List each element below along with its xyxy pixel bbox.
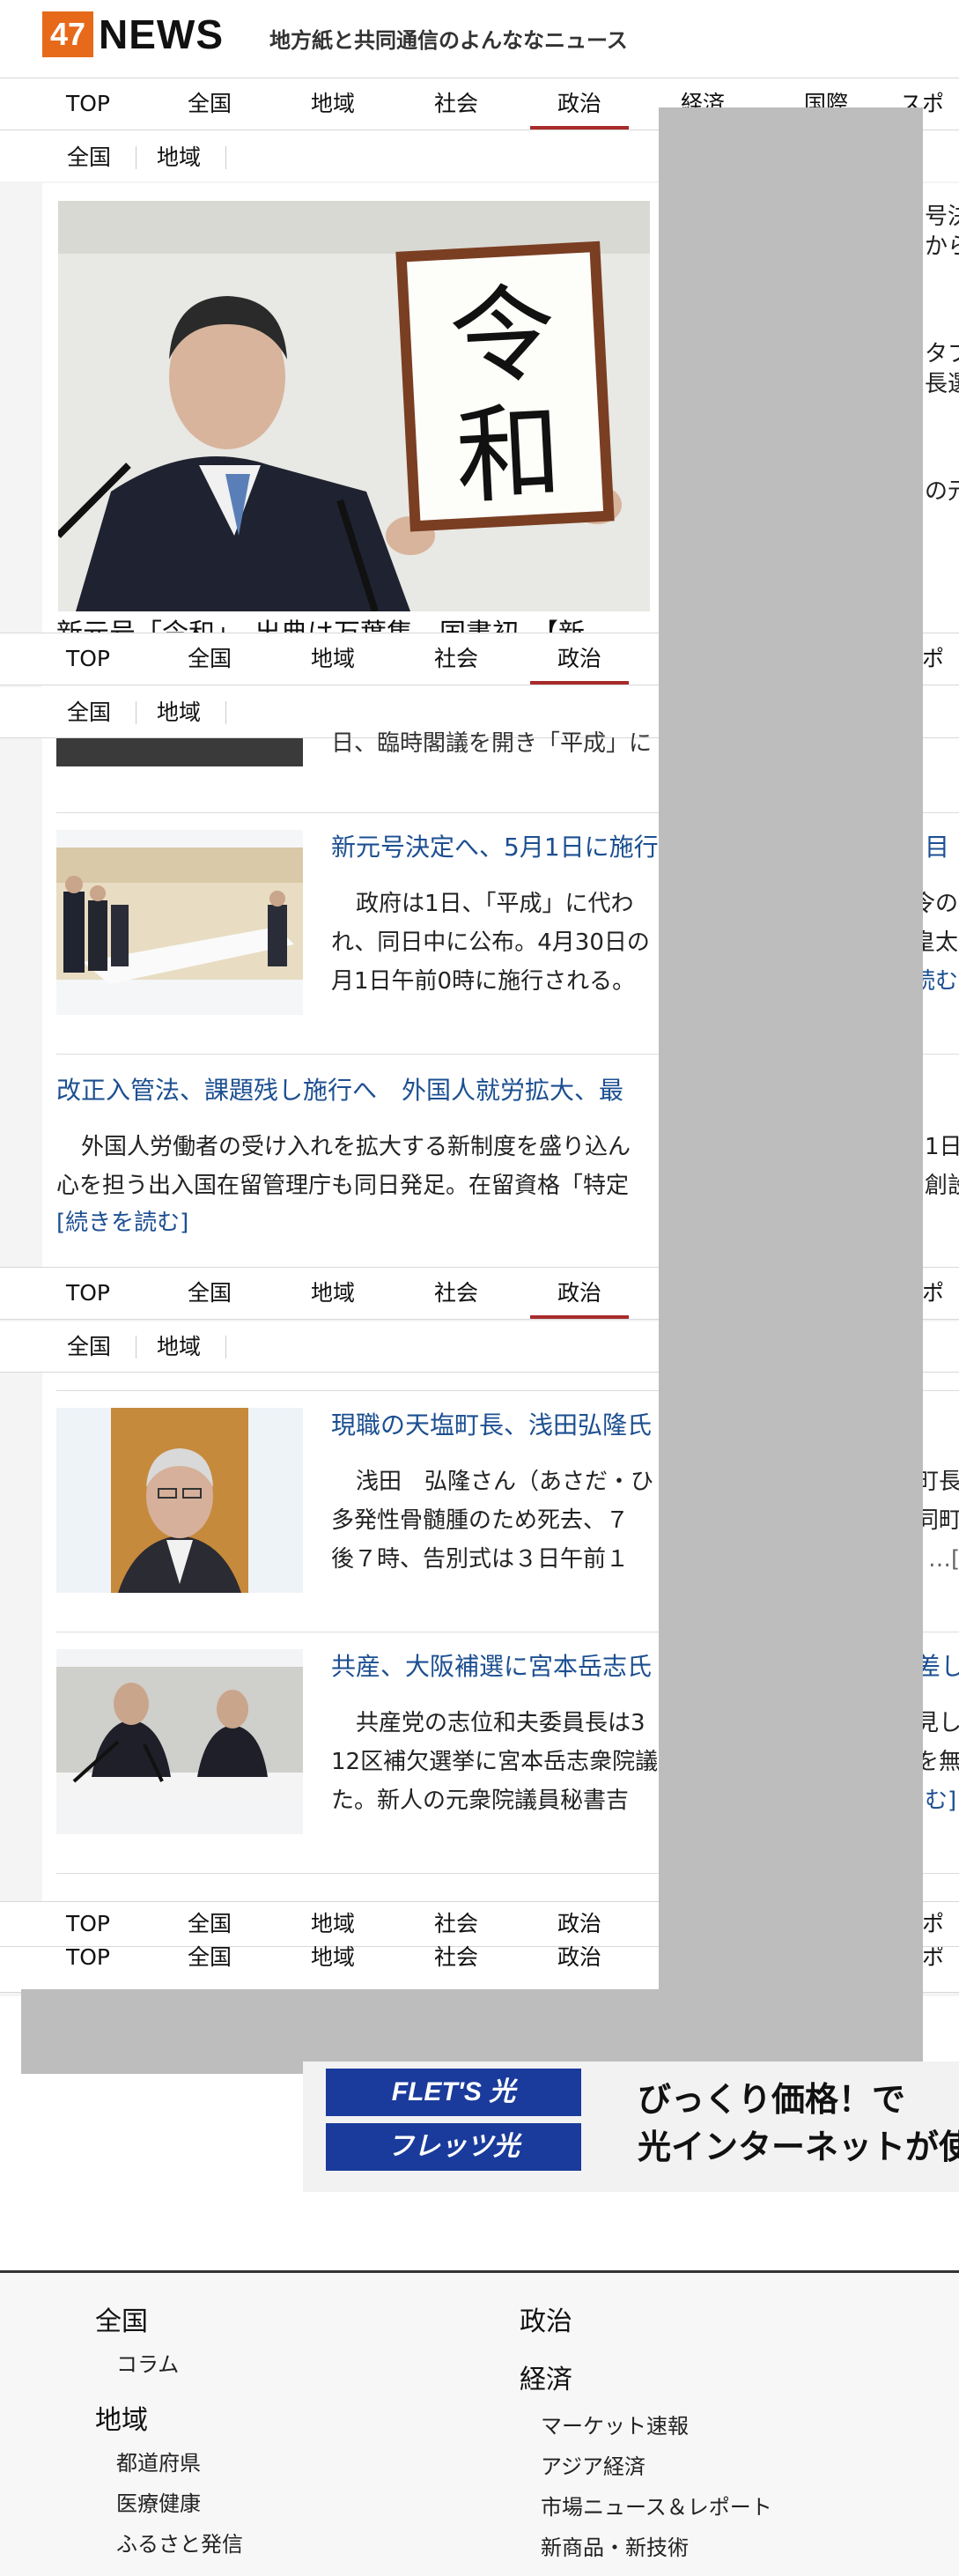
flets-ad-banner[interactable]: FLET'S 光 フレッツ光 びっくり価格！で 光インターネットが使 [303,2062,959,2192]
site-footer: 全国 コラム 地域 都道府県 医療健康 ふるさと発信 政治 経済 マーケット速報… [0,2270,959,2576]
right-fragment: 創設 [925,1173,959,1199]
nav-zenkoku[interactable]: 全国 [160,633,259,685]
logo-word: NEWS [99,11,224,57]
article-body-line: 多発性骨髄腫のため死去、７ [331,1507,630,1534]
article-body-line: 月1日午前0時に施行される。 [331,968,636,995]
nav-zenkoku[interactable]: 全国 [160,78,259,130]
footer-link-market[interactable]: マーケット速報 [541,2409,689,2439]
nav-seiji[interactable]: 政治 [530,1268,629,1319]
footer-link-zenkoku[interactable]: 全国 [95,2299,148,2338]
nav-top[interactable]: TOP [39,1268,137,1319]
article-headline[interactable]: 現職の天塩町長、浅田弘隆氏 [331,1406,652,1441]
article-thumbnail[interactable] [56,738,303,766]
article-headline[interactable]: 共産、大阪補選に宮本岳志氏 [331,1647,652,1683]
logo-number: 47 [42,11,93,57]
article-body-line: 浅田 弘隆さん（あさだ・ひ [356,1469,654,1495]
article-body-line: 後７時、告別式は３日午前１ [331,1546,630,1573]
article-body-line: 心を担う出入国在留管理庁も同日発足。在留資格「特定 [56,1173,630,1199]
article-body-line: 政府は1日、「平成」に代わ [356,891,634,917]
hero-photo-illustration: 令 和 [58,201,650,611]
nav-shakai[interactable]: 社会 [407,78,505,130]
subnav-zenkoku[interactable]: 全国 [67,687,111,738]
footer-link-asia[interactable]: アジア経済 [541,2449,645,2480]
nav-seiji[interactable]: 政治 [530,1902,629,1946]
board-char-rei: 令 [446,273,558,401]
right-fragment: タブ [925,341,959,367]
article-body-line: れ、同日中に公布。4月30日の [331,929,650,956]
right-fragment: 1日 [925,1134,959,1160]
right-fragment: 号決 [925,204,959,230]
board-char-wa: 和 [453,391,564,519]
cabinet-meeting-photo [56,830,303,1015]
press-conference-photo [56,1649,303,1834]
footer-link-new-products[interactable]: 新商品・新技術 [541,2530,689,2561]
flets-logo-bottom: フレッツ光 [326,2123,581,2171]
nav-top[interactable]: TOP [39,633,137,685]
subnav-zenkoku[interactable]: 全国 [67,132,111,183]
footer-link-chiiki[interactable]: 地域 [95,2398,148,2437]
article-headline[interactable]: 改正入管法、課題残し施行へ 外国人就労拡大、最 [56,1071,623,1107]
nav-shakai[interactable]: 社会 [407,633,505,685]
subnav-divider [225,701,226,724]
nav-shakai[interactable]: 社会 [407,1902,505,1946]
right-fragment: の元 [925,478,959,505]
article-body-line: 外国人労働者の受け入れを拡大する新制度を盛り込ん [81,1134,631,1160]
site-tagline: 地方紙と共同通信のよんななニュース [269,28,628,53]
footer-link-seiji[interactable]: 政治 [520,2299,572,2338]
nav-zenkoku[interactable]: 全国 [160,1902,259,1946]
nav-chiiki[interactable]: 地域 [284,1902,382,1946]
hero-photo[interactable]: 令 和 [58,201,650,611]
article-headline[interactable]: 新元号決定へ、5月1日に施行 [331,828,659,863]
ad-subline: 光インターネットが使 [638,2128,959,2166]
portrait-photo [56,1408,303,1593]
subnav-chiiki[interactable]: 地域 [157,132,201,183]
nav-chiiki[interactable]: 地域 [284,1268,382,1319]
nav-seiji[interactable]: 政治 [530,78,629,130]
read-more-link[interactable]: [続きを読む] [56,1203,188,1242]
article-body-line: た。新人の元衆院議員秘書吉 [331,1788,630,1814]
nav-zenkoku[interactable]: 全国 [160,1268,259,1319]
footer-link-market-news[interactable]: 市場ニュース＆レポート [541,2490,772,2520]
nav-chiiki[interactable]: 地域 [284,633,382,685]
flets-logo-top: FLET'S 光 [326,2069,581,2116]
nav-top[interactable]: TOP [39,1902,137,1946]
article-body-partial: 日、臨時閣議を開き「平成」に [331,730,653,757]
article-thumbnail[interactable] [56,1408,303,1593]
nav-seiji[interactable]: 政治 [530,1946,629,1968]
site-logo[interactable]: 47 NEWS [42,11,224,58]
footer-link-keizai[interactable]: 経済 [520,2358,572,2396]
footer-link-prefectures[interactable]: 都道府県 [116,2446,201,2476]
article-thumbnail[interactable] [56,1649,303,1834]
nav-zenkoku[interactable]: 全国 [160,1946,259,1968]
ad-placeholder[interactable] [659,107,923,1991]
nav-top[interactable]: TOP [39,1946,137,1968]
right-fragment: 長選 [925,371,959,397]
article-body-line: 共産党の志位和夫委員長は3 [356,1710,645,1736]
nav-chiiki[interactable]: 地域 [284,1946,382,1968]
article-body-line: 12区補欠選挙に宮本岳志衆院議 [331,1749,659,1775]
footer-link-health[interactable]: 医療健康 [116,2486,201,2517]
nav-seiji[interactable]: 政治 [530,633,629,685]
subnav-divider [225,146,226,169]
right-fragment: から [925,233,959,260]
subnav-divider [225,1336,226,1358]
nav-chiiki[interactable]: 地域 [284,78,382,130]
site-header: 47 NEWS 地方紙と共同通信のよんななニュース [0,0,959,76]
nav-top[interactable]: TOP [39,78,137,130]
footer-link-column[interactable]: コラム [116,2347,179,2378]
subnav-zenkoku[interactable]: 全国 [67,1321,111,1373]
nav-shakai[interactable]: 社会 [407,1946,505,1968]
right-fragment: …[ [928,1546,959,1573]
subnav-chiiki[interactable]: 地域 [157,687,201,738]
nav-shakai[interactable]: 社会 [407,1268,505,1319]
footer-link-furusato[interactable]: ふるさと発信 [116,2527,243,2557]
right-fragment: 目 [925,833,950,862]
article-thumbnail[interactable] [56,830,303,1015]
subnav-chiiki[interactable]: 地域 [157,1321,201,1373]
right-fragment-link[interactable]: む] [925,1781,956,1820]
ad-headline: びっくり価格！で [638,2080,906,2119]
